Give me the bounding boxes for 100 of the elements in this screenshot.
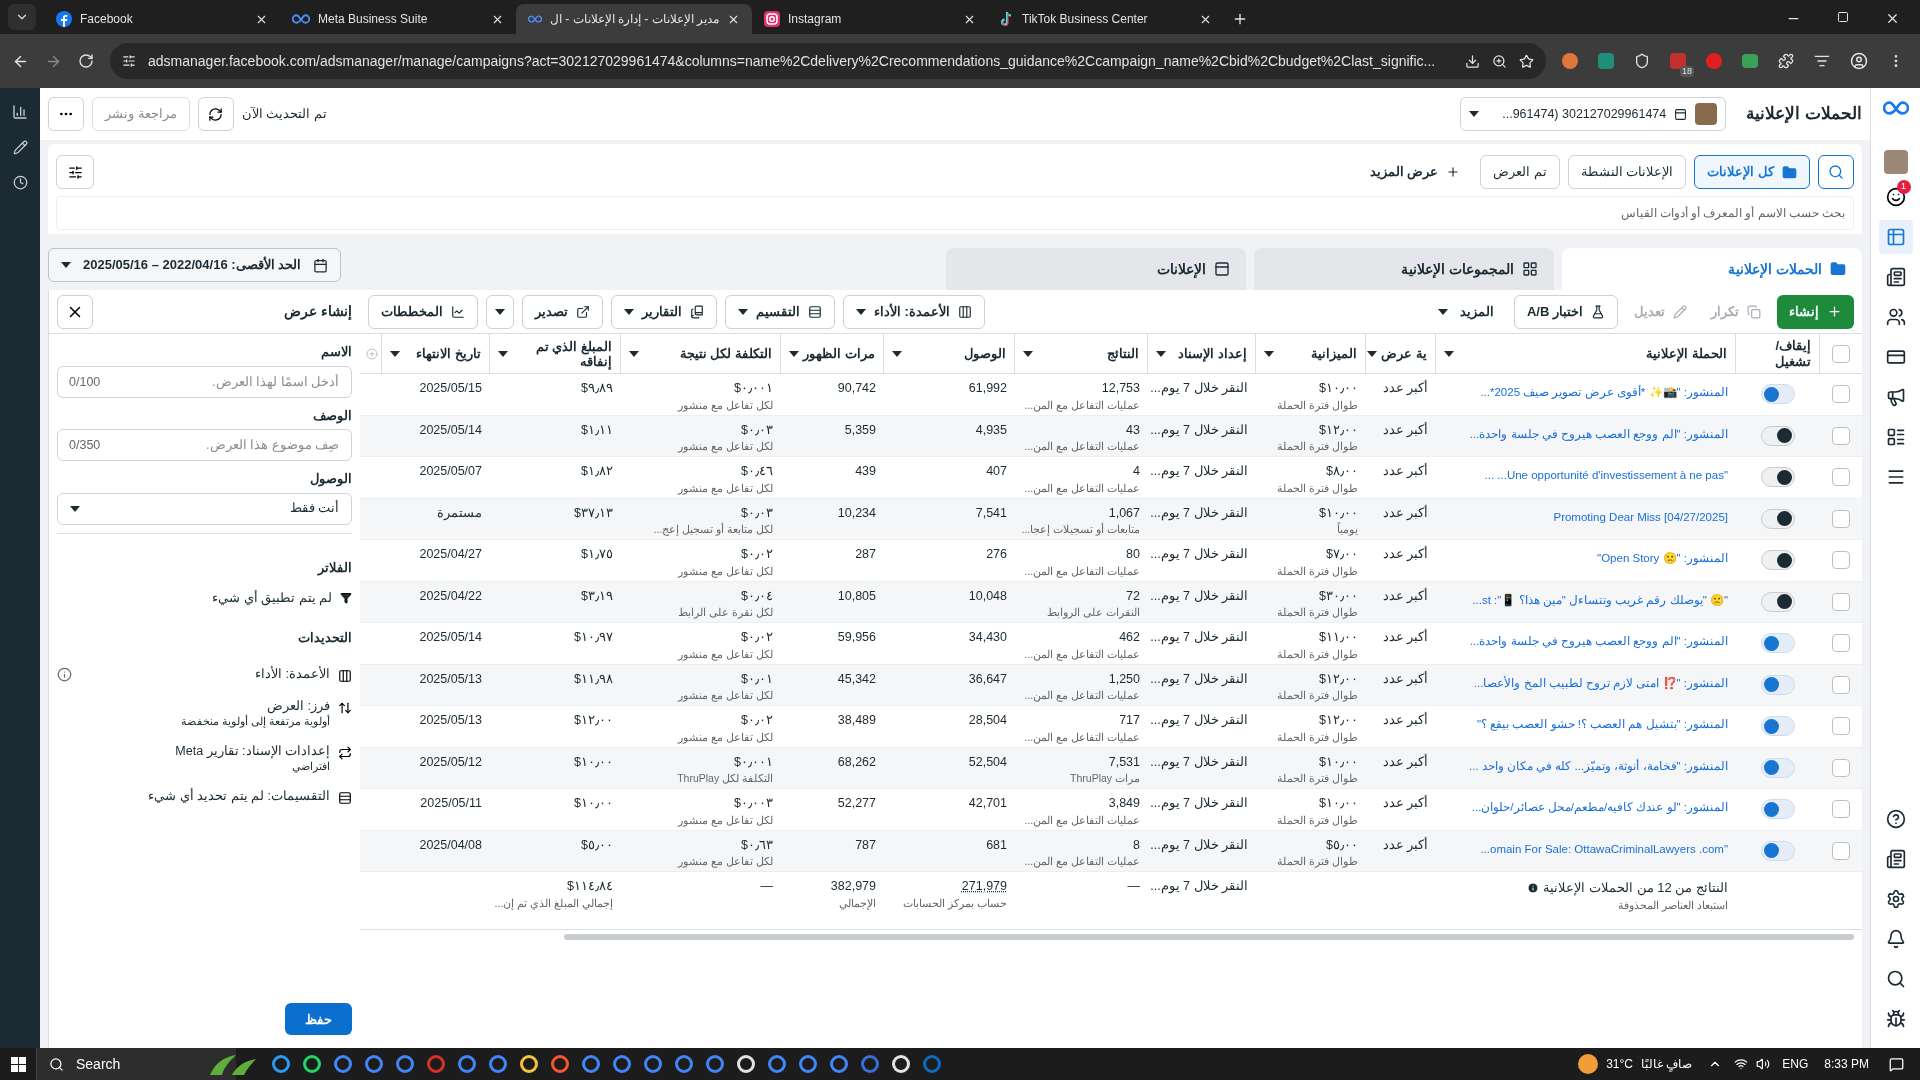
search-icon[interactable] bbox=[1885, 969, 1906, 989]
browser-tab[interactable]: Instagram bbox=[752, 4, 988, 34]
activity-icon[interactable] bbox=[1885, 187, 1906, 207]
toolbar-button[interactable]: التقسيم bbox=[725, 294, 835, 329]
refresh-button[interactable] bbox=[197, 97, 234, 131]
row-checkbox[interactable] bbox=[1832, 841, 1850, 860]
bug-icon[interactable] bbox=[1885, 1009, 1906, 1029]
profile-icon[interactable] bbox=[1850, 52, 1868, 70]
campaign-link[interactable]: المنشور: "🙁 Open Story" bbox=[1597, 552, 1728, 564]
column-header[interactable]: إعداد الإسناد bbox=[1148, 334, 1256, 373]
campaign-link[interactable]: "Une opportunité d'investissement à ne pas... ... bbox=[1484, 469, 1728, 481]
bookmark-icon[interactable] bbox=[1519, 53, 1534, 69]
row-checkbox[interactable] bbox=[1832, 509, 1850, 528]
toolbar-button[interactable]: المخططات bbox=[368, 294, 478, 329]
column-header[interactable]: النتائج bbox=[1015, 334, 1148, 373]
volume-icon[interactable] bbox=[1756, 1057, 1771, 1071]
toggle-switch[interactable] bbox=[1761, 508, 1795, 529]
extensions-icon[interactable] bbox=[1778, 53, 1794, 69]
campaign-link[interactable]: المنشور: "📸✨ *أقوى عرض تصوير صيف 2025*... bbox=[1480, 386, 1728, 398]
search-button[interactable] bbox=[1818, 155, 1854, 189]
billing-icon[interactable] bbox=[1885, 347, 1906, 367]
toggle-switch[interactable] bbox=[1761, 467, 1795, 488]
zoom-icon[interactable] bbox=[1492, 53, 1507, 69]
network-icon[interactable] bbox=[1734, 1057, 1749, 1071]
level-tab[interactable]: الحملات الإعلانية bbox=[1562, 248, 1862, 290]
campaign-link[interactable]: المنشور: "الم ووجع العصب هيروح في جلسة واحدة... bbox=[1469, 427, 1728, 440]
row-checkbox[interactable] bbox=[1832, 385, 1850, 404]
megaphone-icon[interactable] bbox=[1885, 387, 1906, 407]
help-icon[interactable] bbox=[1885, 809, 1906, 829]
toggle-switch[interactable] bbox=[1761, 633, 1795, 654]
campaign-link[interactable]: [04/27/2025] Promoting Dear Miss bbox=[1553, 510, 1728, 523]
column-header[interactable]: الوصول bbox=[884, 334, 1015, 373]
toggle-switch[interactable] bbox=[1761, 384, 1795, 405]
clock-icon[interactable] bbox=[12, 175, 28, 190]
table-icon[interactable] bbox=[1885, 227, 1906, 247]
row-checkbox[interactable] bbox=[1832, 758, 1850, 777]
row-checkbox[interactable] bbox=[1832, 800, 1850, 819]
toggle-switch[interactable] bbox=[1761, 757, 1795, 778]
column-header[interactable]: تاريخ الانتهاء bbox=[382, 334, 490, 373]
address-bar[interactable]: adsmanager.facebook.com/adsmanager/manage/campaigns?act=302127029961474&columns=name%2Cdelivery%2Crecommendations_guidance%2Ccampaign_name%2Cbid%2Cbudget%2Clast_signific... bbox=[110, 43, 1546, 79]
toolbar-button[interactable]: الأعمدة: الأداء bbox=[843, 294, 985, 329]
date-range-button[interactable]: الحد الأقصى: 2022/04/16 – 2025/05/16 bbox=[48, 248, 342, 282]
app-icon[interactable] bbox=[303, 1055, 321, 1073]
column-header[interactable]: ية عرض bbox=[1366, 334, 1436, 373]
restore-icon[interactable] bbox=[1837, 11, 1849, 23]
column-header[interactable]: الميزانية bbox=[1256, 334, 1366, 373]
browser-tab[interactable]: TikTok Business Center bbox=[988, 4, 1224, 34]
app-icon[interactable] bbox=[520, 1055, 538, 1073]
chart-icon[interactable] bbox=[12, 104, 28, 120]
export-menu-button[interactable] bbox=[486, 294, 514, 329]
more-button[interactable]: المزيد bbox=[1426, 294, 1506, 329]
pencil-icon[interactable] bbox=[12, 140, 28, 155]
browser-tab[interactable]: مدير الإعلانات - إدارة الإعلانات - ال bbox=[516, 4, 752, 34]
toolbar-button[interactable]: التقارير bbox=[611, 294, 717, 329]
more-views-button[interactable]: عرض المزيد bbox=[1357, 155, 1473, 189]
close-button[interactable] bbox=[57, 294, 93, 329]
reload-icon[interactable] bbox=[78, 53, 94, 69]
create-button[interactable]: إنشاء bbox=[1777, 294, 1854, 329]
settings-icon[interactable] bbox=[1885, 889, 1906, 909]
campaign-link[interactable]: المنشور: "⁉ امتى لازم تروح لطبيب المخ والأعصا... bbox=[1473, 676, 1728, 689]
shield-icon[interactable] bbox=[1634, 53, 1650, 69]
row-checkbox[interactable] bbox=[1832, 717, 1850, 736]
column-header[interactable]: إيقاف/ تشغيل bbox=[1763, 337, 1811, 370]
toggle-switch[interactable] bbox=[1761, 591, 1795, 612]
site-info-icon[interactable] bbox=[122, 54, 136, 68]
row-checkbox[interactable] bbox=[1832, 634, 1850, 653]
extension-icon[interactable] bbox=[1562, 53, 1578, 69]
account-select[interactable]: 302127029961474 (961474... bbox=[1460, 97, 1727, 131]
row-checkbox[interactable] bbox=[1832, 426, 1850, 445]
toggle-switch[interactable] bbox=[1761, 550, 1795, 571]
toggle-switch[interactable] bbox=[1761, 799, 1795, 820]
toggle-switch[interactable] bbox=[1761, 716, 1795, 737]
campaign-link[interactable]: المنشور: "الم ووجع العصب هيروح في جلسة واحدة... bbox=[1469, 635, 1728, 647]
tab-list-button[interactable] bbox=[8, 4, 36, 30]
toolbar-button[interactable]: تصدير bbox=[522, 294, 603, 329]
toggle-switch[interactable] bbox=[1761, 840, 1795, 861]
row-checkbox[interactable] bbox=[1832, 468, 1850, 487]
view-settings-button[interactable] bbox=[56, 155, 94, 189]
column-header[interactable]: المبلغ الذي تم إنفاقه bbox=[490, 334, 621, 373]
notifications-icon[interactable] bbox=[1889, 1056, 1904, 1072]
column-header[interactable]: الحملة الإعلانية bbox=[1436, 334, 1736, 373]
new-tab-icon[interactable] bbox=[1232, 11, 1248, 27]
app-icon[interactable] bbox=[272, 1055, 290, 1073]
filter-tab[interactable]: كل الإعلانات bbox=[1694, 155, 1810, 189]
taskbar-search[interactable]: Search bbox=[36, 1048, 236, 1080]
campaign-link[interactable]: المنشور: "بتشيل هم العصب ؟! حشو العصب بيقع ؟" bbox=[1476, 718, 1728, 730]
access-select[interactable]: أنت فقط bbox=[57, 492, 352, 525]
level-tab[interactable]: المجموعات الإعلانية bbox=[1254, 248, 1554, 290]
language-indicator[interactable]: ENG bbox=[1782, 1055, 1809, 1073]
browser-tab[interactable]: Meta Business Suite bbox=[280, 4, 516, 34]
column-header[interactable]: التكلفة لكل نتيجة bbox=[621, 334, 781, 373]
scrollbar[interactable] bbox=[564, 934, 1854, 940]
windows-icon[interactable] bbox=[10, 1056, 26, 1072]
campaign-link[interactable]: "🙁 "يوصلك رقم غريب وتتساءل "مين هذا؟ 📱": st... bbox=[1472, 593, 1728, 606]
news-icon[interactable] bbox=[1885, 849, 1906, 869]
browser-tab[interactable]: Facebook bbox=[44, 4, 280, 34]
toggle-switch[interactable] bbox=[1761, 674, 1795, 695]
filter-tab[interactable]: تم العرض bbox=[1480, 155, 1560, 189]
campaign-link[interactable]: "omain For Sale: OttawaCriminalLawyers .com... bbox=[1480, 842, 1728, 855]
audience-icon[interactable] bbox=[1885, 307, 1906, 327]
